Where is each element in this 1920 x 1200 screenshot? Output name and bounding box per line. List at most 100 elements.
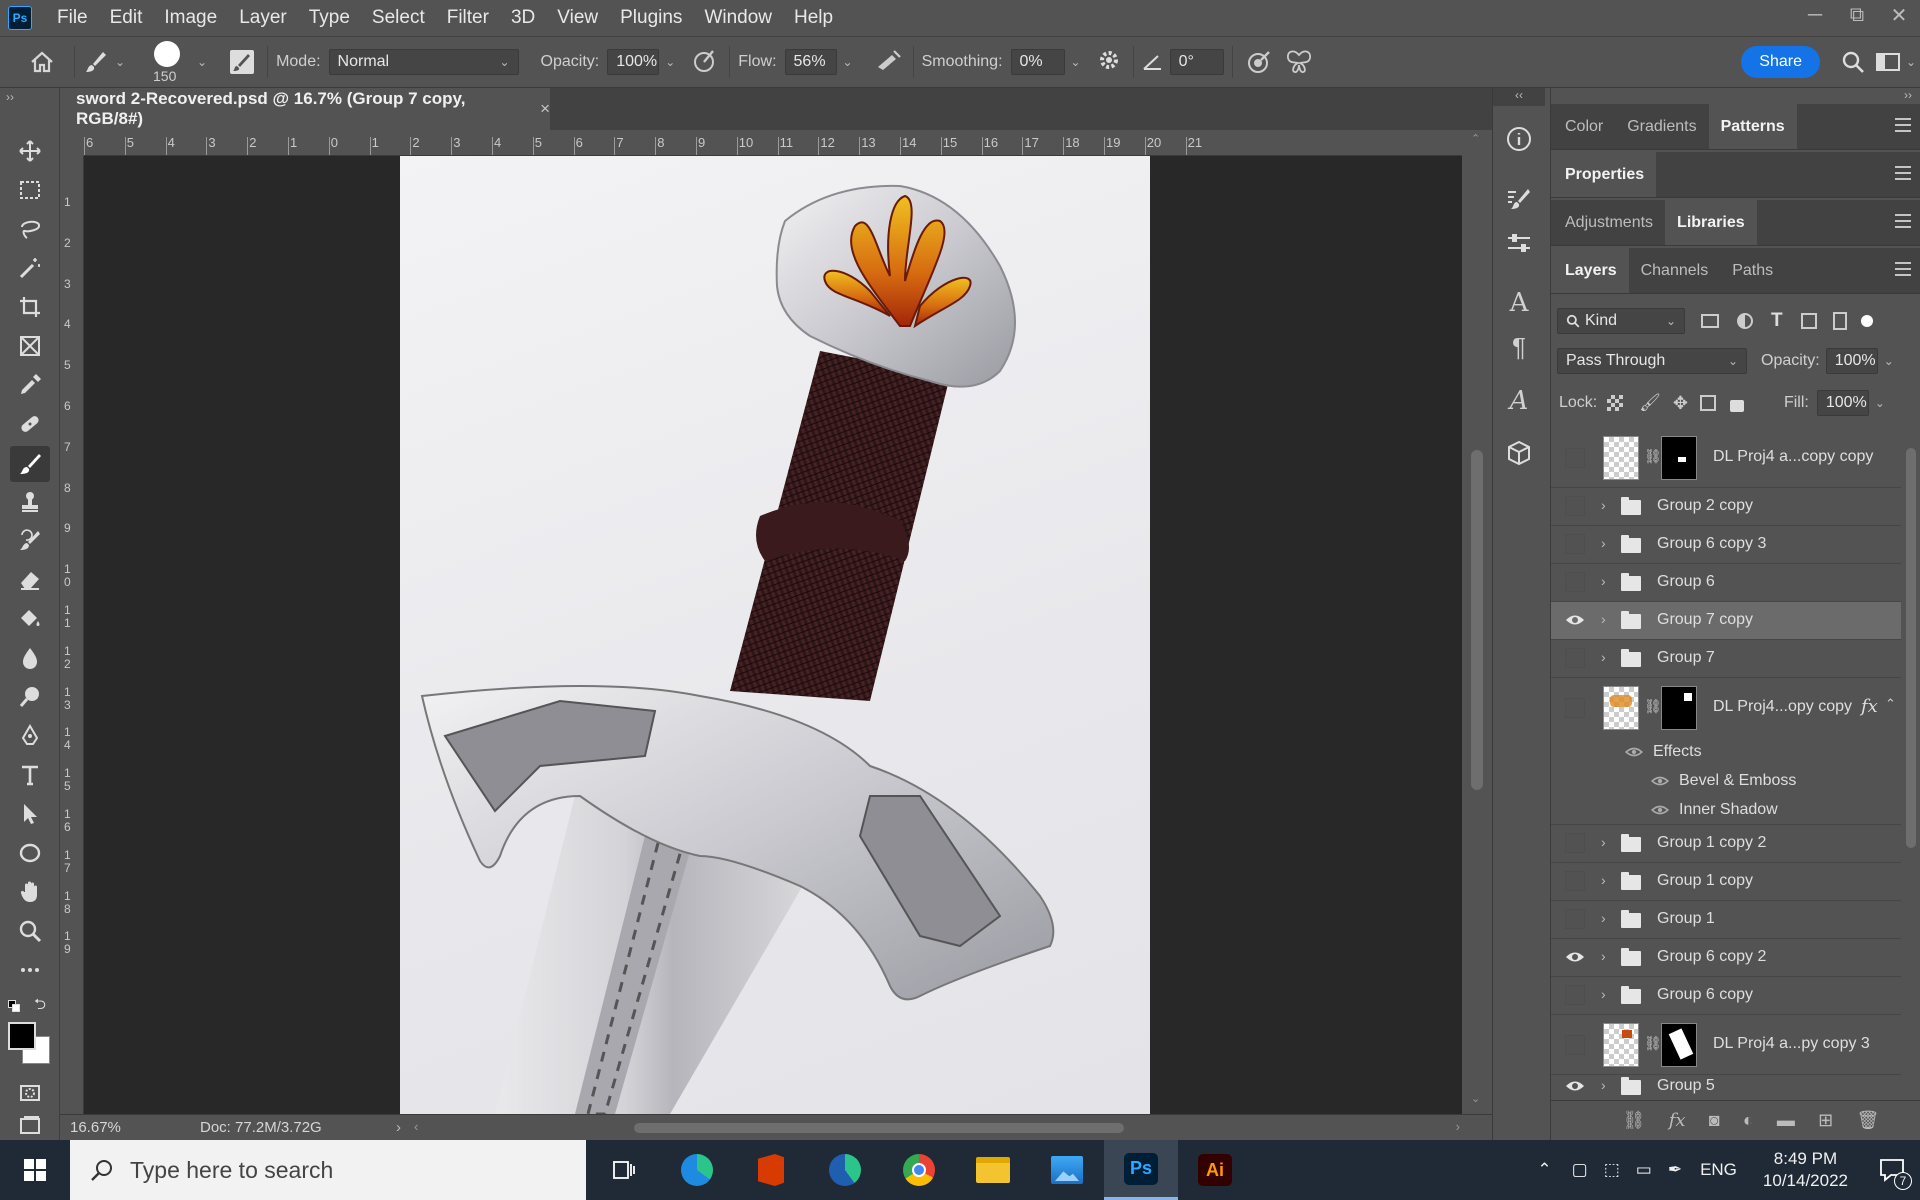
- taskbar-edge-beta[interactable]: [808, 1140, 882, 1200]
- show-hidden-icons-icon[interactable]: ⌃: [1525, 1160, 1563, 1180]
- layer-row[interactable]: › Group 1 copy 2: [1551, 825, 1901, 863]
- tab-properties[interactable]: Properties: [1551, 152, 1657, 197]
- tab-color[interactable]: Color: [1551, 104, 1615, 149]
- healing-brush-tool[interactable]: [15, 409, 45, 439]
- task-view-button[interactable]: [586, 1140, 660, 1200]
- visibility-toggle[interactable]: [1565, 909, 1585, 929]
- scrollbar-thumb[interactable]: [1906, 448, 1916, 848]
- pressure-size-toggle[interactable]: [1241, 49, 1277, 75]
- info-panel-button[interactable]: [1504, 124, 1534, 154]
- eye-icon[interactable]: [1651, 803, 1669, 817]
- zoom-level[interactable]: 16.67%: [70, 1119, 200, 1136]
- document-canvas[interactable]: [400, 156, 1150, 1114]
- tab-patterns[interactable]: Patterns: [1708, 104, 1797, 149]
- visibility-toggle[interactable]: [1565, 833, 1585, 853]
- glyphs-panel-button[interactable]: A: [1504, 386, 1534, 416]
- collapse-effects-icon[interactable]: ⌃: [1885, 696, 1896, 712]
- close-window-button[interactable]: ✕: [1878, 0, 1920, 30]
- eraser-tool[interactable]: [15, 565, 45, 595]
- panel-menu-icon[interactable]: [1895, 214, 1911, 228]
- eye-icon[interactable]: [1565, 1077, 1585, 1097]
- search-button[interactable]: [1830, 50, 1876, 74]
- ruler-origin[interactable]: [60, 130, 84, 156]
- chevron-down-icon[interactable]: ⌄: [1884, 354, 1894, 368]
- collapse-panel-icon[interactable]: ››: [6, 90, 14, 104]
- smoothing-settings-button[interactable]: [1097, 48, 1125, 77]
- paint-bucket-tool[interactable]: [15, 604, 45, 634]
- link-layers-icon[interactable]: ⛓: [1623, 1110, 1646, 1131]
- capture-icon[interactable]: ⬚: [1596, 1160, 1628, 1180]
- panel-menu-icon[interactable]: [1895, 166, 1911, 180]
- dodge-tool[interactable]: [15, 682, 45, 712]
- lasso-tool[interactable]: [15, 214, 45, 244]
- collapse-panel-icon[interactable]: ‹‹: [1493, 88, 1545, 106]
- brush-size-picker[interactable]: 150: [143, 37, 191, 87]
- layer-row[interactable]: › Group 6 copy 2: [1551, 939, 1901, 977]
- swap-colors-icon[interactable]: ⮌: [34, 994, 46, 1019]
- lock-artboard-icon[interactable]: [1699, 395, 1716, 411]
- start-button[interactable]: [0, 1140, 70, 1200]
- scroll-down-icon[interactable]: ⌄: [1471, 1092, 1480, 1105]
- menu-edit[interactable]: Edit: [99, 7, 154, 29]
- canvas-pasteboard[interactable]: [84, 156, 1462, 1114]
- panel-menu-icon[interactable]: [1895, 118, 1911, 132]
- eye-icon[interactable]: [1565, 948, 1585, 968]
- chevron-right-icon[interactable]: ›: [1601, 573, 1606, 589]
- effect-row[interactable]: Bevel & Emboss: [1551, 766, 1901, 795]
- smoothing-input[interactable]: 0%: [1010, 49, 1065, 75]
- layer-row[interactable]: › Group 5: [1551, 1075, 1901, 1098]
- crop-tool[interactable]: [15, 292, 45, 322]
- minimize-button[interactable]: ─: [1794, 0, 1836, 30]
- clone-stamp-tool[interactable]: [15, 487, 45, 517]
- adjustments-panel-button[interactable]: [1504, 228, 1534, 258]
- layer-row[interactable]: › Group 6 copy: [1551, 977, 1901, 1015]
- layers-scrollbar[interactable]: [1901, 428, 1920, 1098]
- tab-gradients[interactable]: Gradients: [1615, 104, 1708, 149]
- foreground-color-swatch[interactable]: [8, 1022, 36, 1050]
- scrollbar-thumb[interactable]: [1471, 450, 1483, 790]
- meet-now-icon[interactable]: ▢: [1564, 1160, 1596, 1180]
- opacity-input[interactable]: 100%: [607, 49, 660, 75]
- type-tool[interactable]: [15, 760, 45, 790]
- layer-row[interactable]: › Group 6 copy 3: [1551, 526, 1901, 564]
- brush-angle-input[interactable]: 0°: [1169, 49, 1224, 75]
- taskbar-photos[interactable]: [1030, 1140, 1104, 1200]
- layer-row[interactable]: › Group 2 copy: [1551, 488, 1901, 526]
- effects-header-row[interactable]: Effects: [1551, 738, 1901, 766]
- canvas-vertical-scrollbar[interactable]: ⌃ ⌄: [1462, 130, 1492, 1114]
- restore-button[interactable]: ⧉: [1836, 0, 1878, 30]
- move-tool[interactable]: [15, 136, 45, 166]
- scrollbar-thumb[interactable]: [634, 1123, 1124, 1133]
- chevron-right-icon[interactable]: ›: [1601, 535, 1606, 551]
- 3d-panel-button[interactable]: [1504, 438, 1534, 468]
- new-adjustment-layer-icon[interactable]: ◐: [1743, 1110, 1754, 1131]
- layer-row[interactable]: › Group 6: [1551, 564, 1901, 602]
- brush-tool[interactable]: [10, 446, 50, 482]
- menu-type[interactable]: Type: [298, 7, 361, 29]
- layer-row[interactable]: ⛓ DL Proj4 a...py copy 3: [1551, 1015, 1901, 1075]
- notification-center-button[interactable]: 7: [1864, 1140, 1920, 1200]
- default-colors-icon[interactable]: [8, 1000, 20, 1012]
- flow-input[interactable]: 56%: [784, 49, 837, 75]
- filter-pixel-layers-icon[interactable]: [1701, 314, 1719, 328]
- chevron-right-icon[interactable]: ›: [1601, 948, 1606, 964]
- add-layer-style-icon[interactable]: fx: [1669, 1110, 1686, 1131]
- workspace-switcher[interactable]: ⌄: [1876, 52, 1920, 72]
- home-button[interactable]: [18, 42, 66, 82]
- history-brush-tool[interactable]: [15, 526, 45, 556]
- filter-adjustment-layers-icon[interactable]: [1737, 313, 1753, 329]
- eyedropper-tool[interactable]: [15, 370, 45, 400]
- chevron-right-icon[interactable]: ›: [1601, 986, 1606, 1002]
- layer-opacity-input[interactable]: 100%: [1825, 348, 1878, 374]
- lock-pixels-icon[interactable]: 🖌: [1639, 393, 1661, 413]
- scroll-left-icon[interactable]: ‹: [414, 1119, 418, 1134]
- filter-type-layers-icon[interactable]: T: [1771, 310, 1783, 332]
- status-menu-icon[interactable]: ›: [396, 1119, 401, 1136]
- symmetry-button[interactable]: [1277, 49, 1321, 75]
- layer-mask-thumbnail[interactable]: [1661, 1023, 1697, 1067]
- menu-image[interactable]: Image: [153, 7, 228, 29]
- quick-selection-tool[interactable]: [15, 253, 45, 283]
- layer-filter-dropdown[interactable]: Kind ⌄: [1557, 308, 1685, 334]
- taskbar-search-box[interactable]: Type here to search: [70, 1140, 586, 1200]
- ellipse-tool[interactable]: [15, 838, 45, 868]
